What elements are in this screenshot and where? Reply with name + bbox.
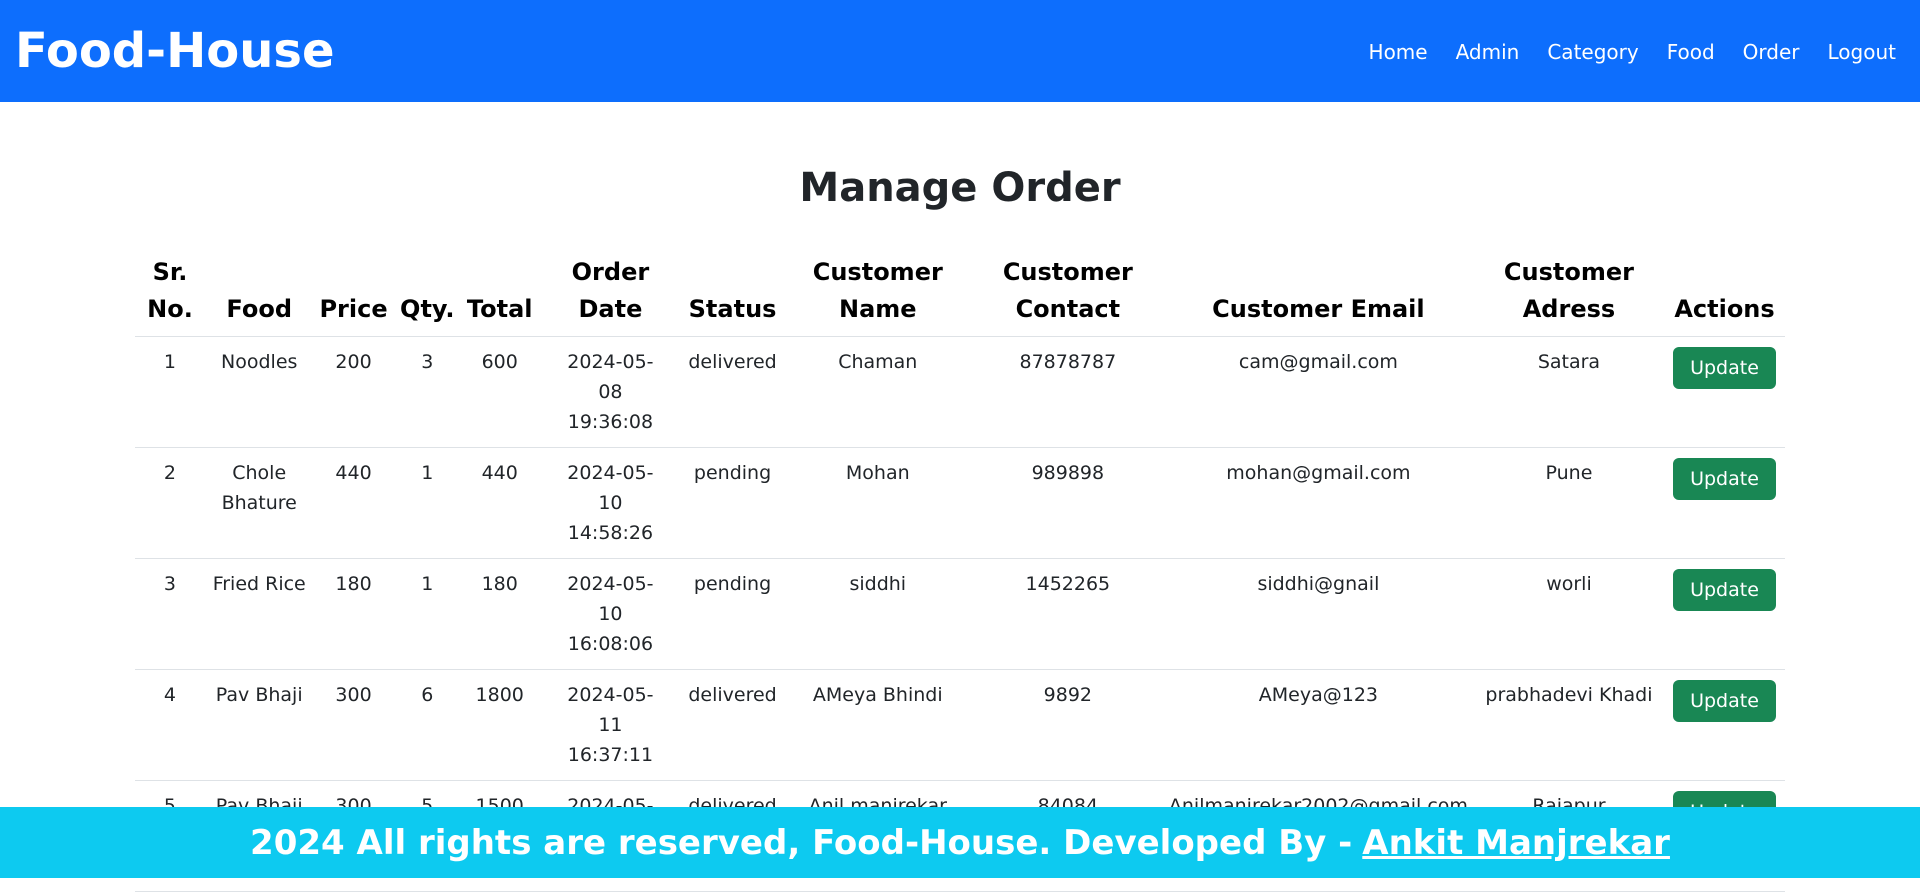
table-header-row: Sr. No. Food Price Qty. Total Order Date… xyxy=(135,250,1785,337)
cell-food: Chole Bhature xyxy=(204,447,314,559)
footer: 2024 All rights are reserved, Food-House… xyxy=(0,807,1920,878)
orders-table: Sr. No. Food Price Qty. Total Order Date… xyxy=(135,250,1785,892)
cell-total: 180 xyxy=(460,558,539,670)
cell-order-date: 2024-05-08 19:36:08 xyxy=(538,336,683,448)
nav-link-category[interactable]: Category xyxy=(1547,40,1638,64)
cell-customer-email: mohan@gmail.com xyxy=(1162,447,1474,559)
cell-sr-no: 2 xyxy=(135,447,205,559)
cell-price: 180 xyxy=(313,558,394,670)
developer-link[interactable]: Ankit Manjrekar xyxy=(1362,823,1670,863)
cell-price: 300 xyxy=(313,669,394,781)
cell-order-date: 2024-05-11 16:37:11 xyxy=(538,669,683,781)
table-row: 3 Fried Rice 180 1 180 2024-05-10 16:08:… xyxy=(135,558,1785,670)
header-customer-name: Customer Name xyxy=(782,250,973,337)
cell-customer-address: prabhadevi Khadi xyxy=(1473,669,1664,781)
nav-link-admin[interactable]: Admin xyxy=(1456,40,1520,64)
cell-customer-email: AMeya@123 xyxy=(1162,669,1474,781)
cell-total: 440 xyxy=(460,447,539,559)
header-customer-contact: Customer Contact xyxy=(972,250,1163,337)
nav-link-order[interactable]: Order xyxy=(1743,40,1800,64)
cell-customer-name: AMeya Bhindi xyxy=(782,669,973,781)
cell-status: delivered xyxy=(682,669,783,781)
cell-customer-contact: 989898 xyxy=(972,447,1163,559)
cell-actions: Update xyxy=(1664,558,1785,670)
brand-logo[interactable]: Food-House xyxy=(15,23,335,79)
cell-food: Pav Bhaji xyxy=(204,669,314,781)
cell-price: 200 xyxy=(313,336,394,448)
header-food: Food xyxy=(204,250,314,337)
cell-sr-no: 1 xyxy=(135,336,205,448)
cell-customer-name: Chaman xyxy=(782,336,973,448)
navbar: Food-House Home Admin Category Food Orde… xyxy=(0,0,1920,102)
cell-sr-no: 4 xyxy=(135,669,205,781)
header-price: Price xyxy=(313,250,394,337)
cell-qty: 3 xyxy=(393,336,461,448)
header-status: Status xyxy=(682,250,783,337)
cell-customer-address: Satara xyxy=(1473,336,1664,448)
cell-order-date: 2024-05-10 14:58:26 xyxy=(538,447,683,559)
nav-links: Home Admin Category Food Order Logout xyxy=(1341,40,1896,64)
nav-link-logout[interactable]: Logout xyxy=(1828,40,1896,64)
header-customer-email: Customer Email xyxy=(1162,250,1474,337)
cell-status: delivered xyxy=(682,336,783,448)
cell-food: Noodles xyxy=(204,336,314,448)
cell-sr-no: 3 xyxy=(135,558,205,670)
update-button[interactable]: Update xyxy=(1673,569,1776,611)
cell-customer-email: cam@gmail.com xyxy=(1162,336,1474,448)
header-total: Total xyxy=(460,250,539,337)
cell-customer-email: siddhi@gnail xyxy=(1162,558,1474,670)
cell-food: Fried Rice xyxy=(204,558,314,670)
header-customer-address: Customer Adress xyxy=(1473,250,1664,337)
cell-customer-address: Pune xyxy=(1473,447,1664,559)
table-row: 2 Chole Bhature 440 1 440 2024-05-10 14:… xyxy=(135,447,1785,559)
page-title: Manage Order xyxy=(799,165,1121,211)
cell-total: 600 xyxy=(460,336,539,448)
cell-price: 440 xyxy=(313,447,394,559)
cell-actions: Update xyxy=(1664,447,1785,559)
update-button[interactable]: Update xyxy=(1673,680,1776,722)
table-row: 1 Noodles 200 3 600 2024-05-08 19:36:08 … xyxy=(135,336,1785,448)
header-actions: Actions xyxy=(1664,250,1785,337)
cell-qty: 6 xyxy=(393,669,461,781)
table-row: 4 Pav Bhaji 300 6 1800 2024-05-11 16:37:… xyxy=(135,669,1785,781)
cell-customer-contact: 87878787 xyxy=(972,336,1163,448)
header-order-date: Order Date xyxy=(538,250,683,337)
cell-actions: Update xyxy=(1664,669,1785,781)
footer-text: 2024 All rights are reserved, Food-House… xyxy=(250,822,1353,863)
cell-qty: 1 xyxy=(393,558,461,670)
nav-link-home[interactable]: Home xyxy=(1369,40,1428,64)
header-sr-no: Sr. No. xyxy=(135,250,205,337)
cell-customer-address: worli xyxy=(1473,558,1664,670)
orders-table-container: Sr. No. Food Price Qty. Total Order Date… xyxy=(135,250,1785,892)
cell-total: 1800 xyxy=(460,669,539,781)
cell-order-date: 2024-05-10 16:08:06 xyxy=(538,558,683,670)
cell-customer-contact: 1452265 xyxy=(972,558,1163,670)
cell-status: pending xyxy=(682,558,783,670)
cell-customer-name: Mohan xyxy=(782,447,973,559)
cell-customer-contact: 9892 xyxy=(972,669,1163,781)
nav-link-food[interactable]: Food xyxy=(1667,40,1715,64)
cell-qty: 1 xyxy=(393,447,461,559)
header-qty: Qty. xyxy=(393,250,461,337)
cell-customer-name: siddhi xyxy=(782,558,973,670)
update-button[interactable]: Update xyxy=(1673,347,1776,389)
update-button[interactable]: Update xyxy=(1673,458,1776,500)
cell-actions: Update xyxy=(1664,336,1785,448)
cell-status: pending xyxy=(682,447,783,559)
